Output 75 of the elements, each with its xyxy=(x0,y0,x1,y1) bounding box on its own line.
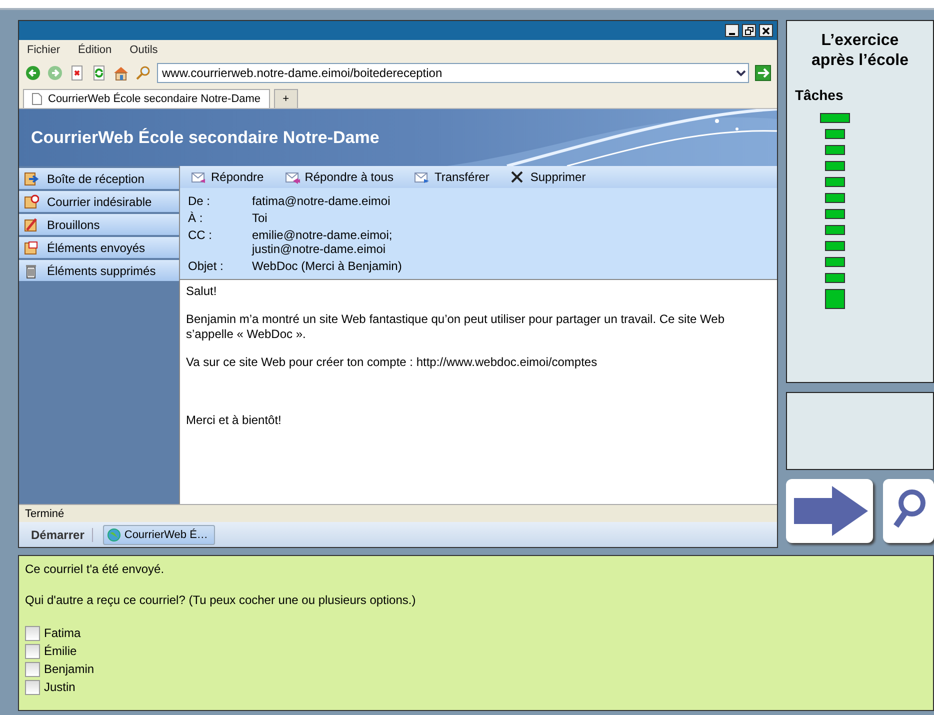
tasks-heading: Tâches xyxy=(795,87,844,103)
checkbox[interactable] xyxy=(25,680,40,694)
folder-icon xyxy=(23,240,39,256)
folder-item[interactable]: Éléments envoyés xyxy=(19,237,179,258)
task-marker xyxy=(825,257,845,267)
option-label: Fatima xyxy=(44,626,81,640)
folder-icon xyxy=(23,216,39,232)
next-button[interactable] xyxy=(786,479,874,543)
task-marker xyxy=(825,273,845,283)
search-icon[interactable] xyxy=(135,65,151,81)
header-label: Objet : xyxy=(188,259,224,273)
folder-item[interactable]: Éléments supprimés xyxy=(19,260,179,281)
header-value: Toi xyxy=(252,211,268,225)
task-marker xyxy=(825,241,845,251)
folder-item[interactable]: Brouillons xyxy=(19,214,179,235)
task-marker xyxy=(825,145,845,155)
header-value: emilie@notre-dame.eimoi; xyxy=(252,228,392,242)
forward-icon[interactable] xyxy=(47,65,63,81)
checkbox[interactable] xyxy=(25,662,40,676)
question-intro: Ce courriel t'a été envoyé. xyxy=(25,562,166,576)
refresh-icon[interactable] xyxy=(91,65,107,81)
message-paragraph: Va sur ce site Web pour créer ton compte : http://www.webdoc.eimoi/comptes xyxy=(186,355,598,370)
option-label: Émilie xyxy=(44,644,77,658)
task-marker xyxy=(825,177,845,187)
page-icon xyxy=(32,93,42,105)
folder-item[interactable]: Boîte de réception xyxy=(19,168,179,189)
toolbar-action[interactable]: Supprimer xyxy=(509,169,586,185)
header-value: WebDoc (Merci à Benjamin) xyxy=(252,259,402,273)
header-value: justin@notre-dame.eimoi xyxy=(252,242,387,256)
activity-title: L’exercice après l’école xyxy=(812,31,908,71)
zoom-button[interactable] xyxy=(883,479,934,543)
task-marker xyxy=(825,209,845,219)
folder-icon xyxy=(23,170,39,186)
header-label: À : xyxy=(188,211,204,225)
message-paragraph: Merci et à bientôt! xyxy=(186,413,282,428)
menu-item[interactable]: Outils xyxy=(130,44,158,56)
home-icon[interactable] xyxy=(113,65,129,81)
header-label: De : xyxy=(188,194,212,208)
globe-icon xyxy=(107,528,122,542)
start-button[interactable]: Démarrer xyxy=(31,528,94,542)
header-label: CC : xyxy=(188,228,213,244)
toolbar-action[interactable]: Répondre à tous xyxy=(284,169,394,185)
folder-item[interactable]: Courrier indésirable xyxy=(19,191,179,212)
folder-icon xyxy=(23,194,39,210)
address-field[interactable]: www.courrierweb.notre-dame.eimoi/boitedereception xyxy=(157,63,749,83)
message-paragraph: Salut! xyxy=(186,284,218,299)
browser-tab[interactable]: CourrierWeb École secondaire Notre-Dame xyxy=(23,89,270,108)
toolbar-action[interactable]: Transférer xyxy=(413,169,490,185)
task-marker xyxy=(820,113,850,123)
option-label: Benjamin xyxy=(44,662,94,676)
menu-item[interactable]: Édition xyxy=(78,44,112,56)
header-value: fatima@notre-dame.eimoi xyxy=(252,194,390,208)
question-prompt: Qui d'autre a reçu ce courriel? (Tu peux cocher une ou plusieurs options.) xyxy=(25,593,417,607)
restore-icon[interactable] xyxy=(742,24,756,37)
message-paragraph: Benjamin m’a montré un site Web fantastique qu’on peut utiliser pour partager un travail. Ce site Web s’appelle « WebDoc ». xyxy=(186,312,726,342)
toolbar-action[interactable]: Répondre xyxy=(190,169,264,185)
task-marker xyxy=(825,193,845,203)
delete-icon xyxy=(509,169,526,185)
folder-icon xyxy=(23,262,39,278)
checkbox[interactable] xyxy=(25,626,40,640)
go-icon[interactable] xyxy=(755,65,771,81)
option-label: Justin xyxy=(44,680,76,694)
taskbar-item[interactable]: CourrierWeb É… xyxy=(103,524,215,544)
banner-title: CourrierWeb École secondaire Notre-Dame xyxy=(31,128,380,148)
checkbox[interactable] xyxy=(25,644,40,658)
menu-item[interactable]: Fichier xyxy=(27,44,60,56)
close-icon[interactable] xyxy=(759,24,773,37)
task-marker xyxy=(825,289,845,309)
task-marker xyxy=(825,129,845,139)
back-icon[interactable] xyxy=(25,65,41,81)
task-marker xyxy=(825,161,845,171)
minimize-icon[interactable] xyxy=(725,24,739,37)
browser-tab[interactable]: + xyxy=(274,89,298,108)
task-marker xyxy=(825,225,845,235)
stop-icon[interactable] xyxy=(69,65,85,81)
